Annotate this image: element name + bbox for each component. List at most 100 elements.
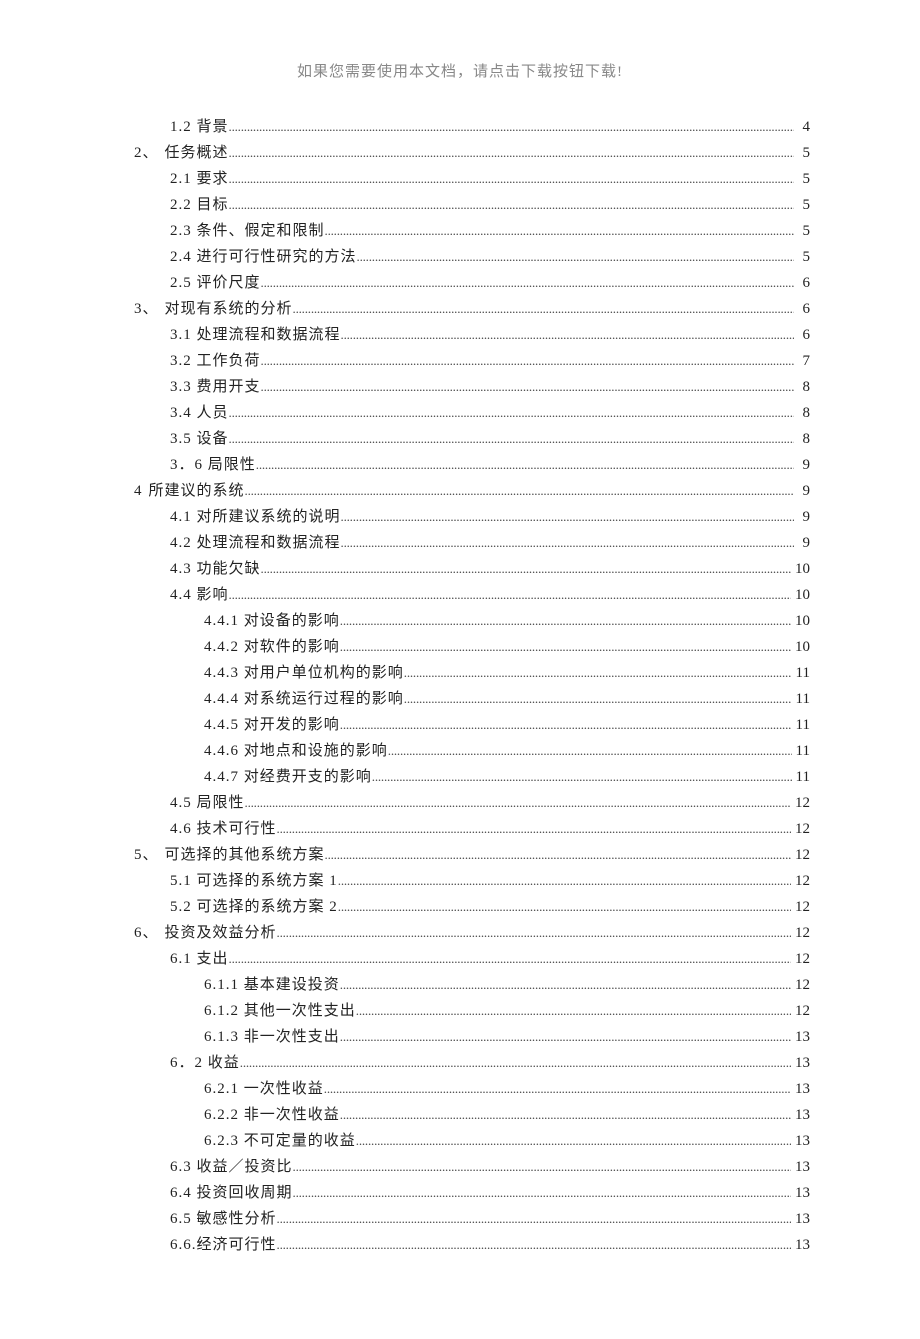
toc-entry-title: 4.4.6 对地点和设施的影响	[204, 739, 388, 763]
toc-entry[interactable]: 6.2.2 非一次性收益13	[110, 1103, 810, 1127]
toc-entry-page: 11	[792, 713, 810, 737]
toc-entry-page: 12	[791, 921, 810, 945]
toc-entry[interactable]: 4所建议的系统9	[110, 479, 810, 503]
toc-entry-page: 8	[794, 375, 810, 399]
toc-entry[interactable]: 6.3 收益／投资比 13	[110, 1155, 810, 1179]
toc-entry[interactable]: 6.1.3 非一次性支出13	[110, 1025, 810, 1049]
toc-entry[interactable]: 4.1 对所建议系统的说明9	[110, 505, 810, 529]
toc-entry[interactable]: 5、可选择的其他系统方案12	[110, 843, 810, 867]
toc-leader-dots	[261, 377, 794, 398]
toc-leader-dots	[404, 663, 792, 684]
toc-entry[interactable]: 4.4 影响10	[110, 583, 810, 607]
toc-entry-page: 11	[792, 661, 810, 685]
toc-leader-dots	[277, 923, 791, 944]
toc-entry[interactable]: 6.2.3 不可定量的收益13	[110, 1129, 810, 1153]
toc-entry-page: 7	[794, 349, 810, 373]
toc-entry-title: 3.5 设备	[170, 427, 229, 451]
toc-entry[interactable]: 6.5 敏感性分析13	[110, 1207, 810, 1231]
toc-entry[interactable]: 4.4.2 对软件的影响10	[110, 635, 810, 659]
toc-leader-dots	[340, 715, 792, 736]
toc-entry[interactable]: 4.6 技术可行性12	[110, 817, 810, 841]
toc-entry-page: 5	[794, 193, 810, 217]
toc-entry[interactable]: 2、任务概述5	[110, 141, 810, 165]
toc-entry[interactable]: 4.4.7 对经费开支的影响11	[110, 765, 810, 789]
toc-entry-page: 5	[794, 167, 810, 191]
toc-entry[interactable]: 3.4 人员 8	[110, 401, 810, 425]
toc-leader-dots	[240, 1053, 791, 1074]
toc-entry-title: 4.1 对所建议系统的说明	[170, 505, 341, 529]
toc-entry[interactable]: 6.2.1 一次性收益13	[110, 1077, 810, 1101]
toc-leader-dots	[356, 1001, 791, 1022]
toc-leader-dots	[340, 1105, 791, 1126]
toc-entry[interactable]: 6.1.2 其他一次性支出12	[110, 999, 810, 1023]
toc-entry[interactable]: 6.6.经济可行性13	[110, 1233, 810, 1257]
toc-entry-title: 3.4 人员	[170, 401, 229, 425]
toc-leader-dots	[229, 195, 794, 216]
toc-entry-title: 4.5 局限性	[170, 791, 245, 815]
toc-leader-dots	[229, 429, 794, 450]
toc-entry[interactable]: 5.1 可选择的系统方案 112	[110, 869, 810, 893]
toc-entry-title: 1.2 背景	[170, 115, 229, 139]
toc-entry-page: 13	[791, 1025, 810, 1049]
toc-entry-page: 12	[791, 947, 810, 971]
toc-entry-page: 9	[794, 453, 810, 477]
toc-entry[interactable]: 3.5 设备8	[110, 427, 810, 451]
toc-entry[interactable]: 4.5 局限性12	[110, 791, 810, 815]
toc-leader-dots	[340, 637, 791, 658]
toc-entry[interactable]: 4.2 处理流程和数据流程9	[110, 531, 810, 555]
toc-entry-page: 8	[794, 401, 810, 425]
toc-entry[interactable]: 4.4.5 对开发的影响11	[110, 713, 810, 737]
toc-entry[interactable]: 2.3 条件、假定和限制5	[110, 219, 810, 243]
toc-entry-title: 6.1.1 基本建设投资	[204, 973, 340, 997]
toc-entry[interactable]: 3.1 处理流程和数据流程6	[110, 323, 810, 347]
toc-entry-page: 13	[791, 1207, 810, 1231]
toc-entry-title: 6.3 收益／投资比	[170, 1155, 293, 1179]
toc-entry-title: 4.4.4 对系统运行过程的影响	[204, 687, 404, 711]
toc-entry-title: 投资及效益分析	[165, 921, 277, 945]
toc-leader-dots	[277, 1209, 791, 1230]
toc-leader-dots	[340, 1027, 791, 1048]
toc-entry-number: 6、	[134, 921, 165, 945]
toc-entry-page: 10	[791, 635, 810, 659]
toc-entry[interactable]: 3．6 局限性9	[110, 453, 810, 477]
toc-leader-dots	[293, 299, 794, 320]
toc-entry[interactable]: 2.2 目标5	[110, 193, 810, 217]
toc-entry-page: 13	[791, 1155, 810, 1179]
toc-entry[interactable]: 4.3 功能欠缺10	[110, 557, 810, 581]
toc-entry-title: 5.1 可选择的系统方案 1	[170, 869, 338, 893]
toc-entry-page: 9	[794, 531, 810, 555]
toc-leader-dots	[229, 117, 794, 138]
toc-entry[interactable]: 4.4.4 对系统运行过程的影响11	[110, 687, 810, 711]
toc-entry[interactable]: 6.1.1 基本建设投资12	[110, 973, 810, 997]
toc-entry-title: 4.4.7 对经费开支的影响	[204, 765, 372, 789]
toc-entry-title: 3.3 费用开支	[170, 375, 261, 399]
toc-leader-dots	[277, 1235, 791, 1256]
toc-entry-title: 4.4.3 对用户单位机构的影响	[204, 661, 404, 685]
toc-entry[interactable]: 5.2 可选择的系统方案 212	[110, 895, 810, 919]
toc-entry[interactable]: 1.2 背景4	[110, 115, 810, 139]
toc-entry-title: 4.3 功能欠缺	[170, 557, 261, 581]
toc-entry-title: 6.2.3 不可定量的收益	[204, 1129, 356, 1153]
toc-entry[interactable]: 3.2 工作负荷7	[110, 349, 810, 373]
toc-entry[interactable]: 4.4.6 对地点和设施的影响11	[110, 739, 810, 763]
toc-leader-dots	[341, 325, 794, 346]
toc-entry[interactable]: 2.1 要求5	[110, 167, 810, 191]
toc-entry[interactable]: 6．2 收益13	[110, 1051, 810, 1075]
toc-entry[interactable]: 4.4.1 对设备的影响10	[110, 609, 810, 633]
toc-entry[interactable]: 6.1 支出12	[110, 947, 810, 971]
toc-entry[interactable]: 6、投资及效益分析 12	[110, 921, 810, 945]
toc-entry-title: 6.2.1 一次性收益	[204, 1077, 324, 1101]
toc-entry[interactable]: 3.3 费用开支 8	[110, 375, 810, 399]
toc-entry-page: 12	[791, 843, 810, 867]
toc-leader-dots	[293, 1157, 791, 1178]
toc-entry[interactable]: 6.4 投资回收周期13	[110, 1181, 810, 1205]
toc-leader-dots	[261, 351, 794, 372]
toc-entry[interactable]: 4.4.3 对用户单位机构的影响 11	[110, 661, 810, 685]
table-of-contents: 1.2 背景42、任务概述52.1 要求52.2 目标52.3 条件、假定和限制…	[110, 115, 810, 1257]
toc-entry[interactable]: 2.4 进行可行性研究的方法5	[110, 245, 810, 269]
toc-entry-title: 2.4 进行可行性研究的方法	[170, 245, 357, 269]
toc-entry-title: 6.6.经济可行性	[170, 1233, 277, 1257]
toc-entry[interactable]: 3、对现有系统的分析6	[110, 297, 810, 321]
toc-entry[interactable]: 2.5 评价尺度6	[110, 271, 810, 295]
toc-leader-dots	[340, 975, 791, 996]
